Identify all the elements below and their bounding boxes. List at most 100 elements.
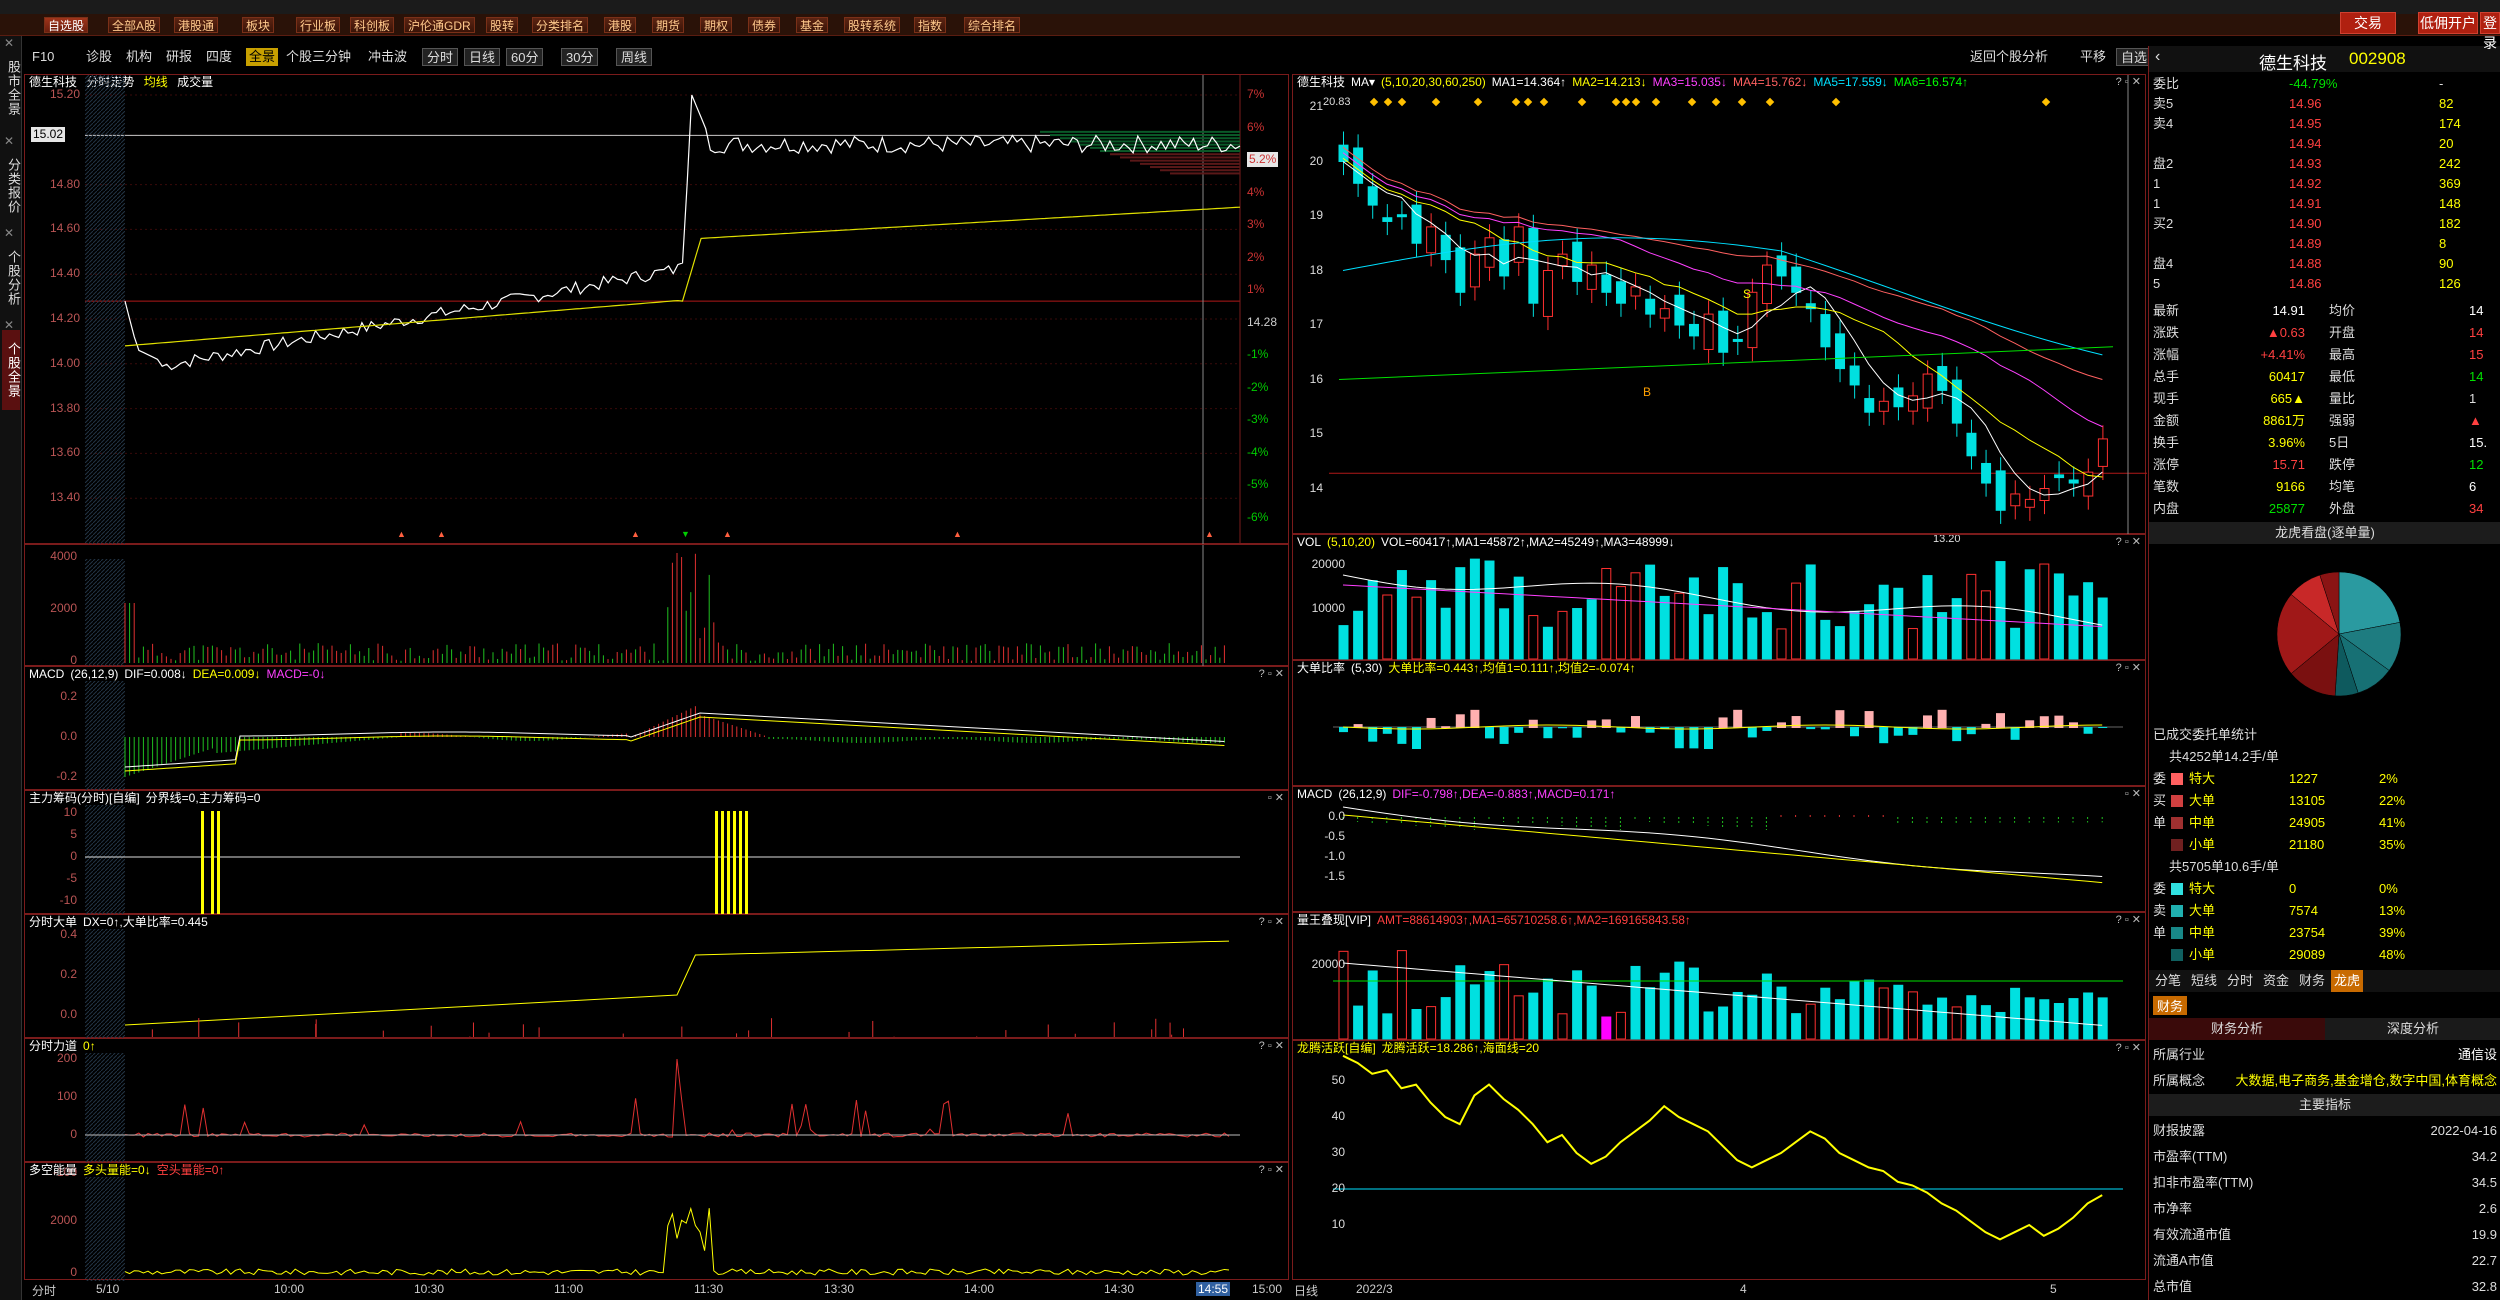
signal-diamond [1631,97,1641,107]
subtab-more-1[interactable]: 冲击波 [368,48,407,66]
quote-tab-4[interactable]: 财务 [2299,970,2325,992]
kline-pane[interactable]: 德生科技 MA▾ (5,10,20,30,60,250) MA1=14.364↑ MA2… [1292,74,2147,545]
period-tab-2[interactable]: 60分 [506,48,544,66]
period-tab-3[interactable]: 30分 [561,48,599,66]
bigratio-bar [1820,727,1830,730]
candle-body [1353,147,1364,184]
toolbar-button-2[interactable]: 港股通 [174,17,219,33]
toolbar-button-6[interactable]: 沪伦通GDR [404,17,475,33]
intraday-macd-pane[interactable]: MACD (26,12,9) DIF=0.008↓ DEA=0.009↓ MACD=-0… [24,666,1289,791]
candle-body [1528,227,1539,304]
amt-bar [2039,999,2050,1040]
amt-bar [1645,987,1656,1040]
quote-tab-0[interactable]: 分笔 [2155,970,2181,992]
kline-bigratio-pane[interactable]: 大单比率 (5,30) 大单比率=0.443↑,均值1=0.111↑,均值2=-0.… [1292,660,2146,786]
toolbar-button-13[interactable]: 基金 [796,17,829,33]
axis-label: 10 [63,805,77,819]
kline-dragon-pane[interactable]: 龙腾活跃[自编] 龙腾活跃=18.286↑,海面线=20 ? ▫ ✕ 50 40 30… [1292,1040,2146,1280]
kline-macd-pane[interactable]: MACD (26,12,9) DIF=-0.798↑,DEA=-0.883↑,MAC… [1292,786,2146,912]
kvol-bar [1645,564,1656,660]
back-to-analysis-button[interactable]: 返回个股分析 [1970,48,2048,66]
sell-level-row-cell: 14.96 [2289,96,2322,111]
pan-button[interactable]: 平移 [2080,48,2106,66]
stat-row: 最新 14.91 均价 14 [2149,300,2500,322]
pane-chart [85,805,1240,915]
orderbook-bar [1120,156,1240,159]
bigratio-bar [1499,727,1509,744]
intraday-mainforce-pane[interactable]: 主力筹码(分时)[自编] 分界线=0,主力筹码=0 ▫ ✕ 10 5 0 -5 -10 [24,790,1289,915]
toolbar-button-0[interactable]: 自选股 [44,17,89,33]
candle-body [1645,298,1656,315]
stat-cell: 14 [2469,303,2484,318]
stat-cell: 15. [2469,435,2488,450]
kvol-bar [1396,570,1407,660]
leftbar-tab-3[interactable]: 个股全景 [2,330,21,410]
toolbar-button-11[interactable]: 期权 [700,17,733,33]
quote-tab-2[interactable]: 分时 [2227,970,2253,992]
finance-tab-0[interactable]: 财务分析 [2149,1018,2325,1040]
period-tab-1[interactable]: 日线 [464,48,501,66]
bigratio-bar [1966,727,1976,735]
toolbar-button-1[interactable]: 全部A股 [108,17,161,33]
subtab-4[interactable]: 四度 [206,48,232,66]
amt-bar [1382,1013,1393,1040]
period-tab-4[interactable]: 周线 [616,48,653,66]
axis-label: 10 [1331,1217,1345,1231]
buy-order-cell: 特大 [2189,771,2216,786]
toolbar-right-button-2[interactable]: 登录 [2480,12,2500,51]
stat-cell: 8861万 [2263,413,2305,428]
kline-amt-pane[interactable]: 量王叠现[VIP] AMT=88614903↑,MA1=65710258.6↑,M… [1292,912,2146,1040]
back-arrow-icon[interactable]: ‹ [2155,48,2160,66]
finance-row: 总市值 32.8 [2149,1276,2500,1298]
orderbook-bar [1100,150,1240,153]
toolbar-button-15[interactable]: 指数 [914,17,947,33]
pane-chart [85,929,1230,1039]
finance-tab-1[interactable]: 深度分析 [2325,1018,2500,1040]
quote-tab-selected[interactable]: 龙虎 [2331,970,2364,992]
subtab-2[interactable]: 机构 [126,48,152,66]
intraday-power-pane[interactable]: 分时力道 0↑ ? ▫ ✕ 200 100 0 -100 [24,1038,1289,1179]
toolbar-button-16[interactable]: 综合排名 [964,17,1021,33]
toolbar-button-3[interactable]: 板块 [242,17,275,33]
toolbar-button-5[interactable]: 科创板 [350,17,395,33]
candle-body [1455,247,1466,293]
toolbar-button-7[interactable]: 股转 [486,17,519,33]
subtab-1[interactable]: 诊股 [86,48,112,66]
quote-tab-1[interactable]: 短线 [2191,970,2217,992]
toolbar-right-button-1[interactable]: 低佣开户 [2418,12,2478,34]
toolbar-button-9[interactable]: 港股 [604,17,637,33]
intraday-price-pane[interactable]: 德生科技 分时走势 均线 成交量 ▲▲▲▼▲▲▲15.2015.0214.801… [24,74,1289,545]
quote-tab-3[interactable]: 资金 [2263,970,2289,992]
subtab-selected[interactable]: 全景 [246,48,279,66]
kvol-bar [1761,612,1772,660]
intraday-bigorder-pane[interactable]: 分时大单 DX=0↑,大单比率=0.445 ? ▫ ✕ 0.4 0.2 0.0 [24,914,1289,1039]
sell-level-row-cell: 82 [2439,96,2454,111]
toolbar-button-12[interactable]: 债券 [748,17,781,33]
toolbar-button-8[interactable]: 分类排名 [532,17,589,33]
intraday-volume-pane[interactable]: 4000 2000 0 [24,544,1289,667]
candle-body [1688,323,1699,337]
buy-level-row: 买2 14.90 182 [2149,214,2500,234]
quote-tabs: 分笔 短线 分时 资金 财务 龙虎 [2149,970,2500,992]
leftbar-tab-2[interactable]: 个股分析 [2,238,21,318]
subtab-more-0[interactable]: 个股三分钟 [286,48,351,66]
subtab-0[interactable]: F10 [32,48,54,66]
toolbar-button-14[interactable]: 股转系统 [844,17,901,33]
toolbar-right-button-0[interactable]: 交易 [2340,12,2396,34]
stat-cell: 12 [2469,457,2484,472]
subtab-3[interactable]: 研报 [166,48,192,66]
axis-label: 30 [1331,1145,1345,1159]
pane-chart [1338,558,2108,660]
toolbar-button-4[interactable]: 行业板 [296,17,341,33]
kline-volume-pane[interactable]: VOL (5,10,20) VOL=60417↑,MA1=45872↑,MA2=45… [1292,534,2146,660]
leftbar-tab-1[interactable]: 分类报价 [2,146,21,226]
toolbar-button-10[interactable]: 期货 [652,17,685,33]
kvol-bar [1878,584,1889,660]
period-tab-0[interactable]: 分时 [422,48,459,66]
intraday-energy-pane[interactable]: 多空能量 多头量能=0↓ 空头量能=0↑ ? ▫ ✕ 2000 0 [24,1162,1289,1281]
leftbar-tab-0[interactable]: 股市全景 [2,48,21,128]
stat-row: 涨停 15.71 跌停 12 [2149,454,2500,476]
amt-bar [1951,1006,1962,1040]
stat-row: 涨幅 +4.41% 最高 15 [2149,344,2500,366]
amt-bar [1411,1009,1422,1040]
